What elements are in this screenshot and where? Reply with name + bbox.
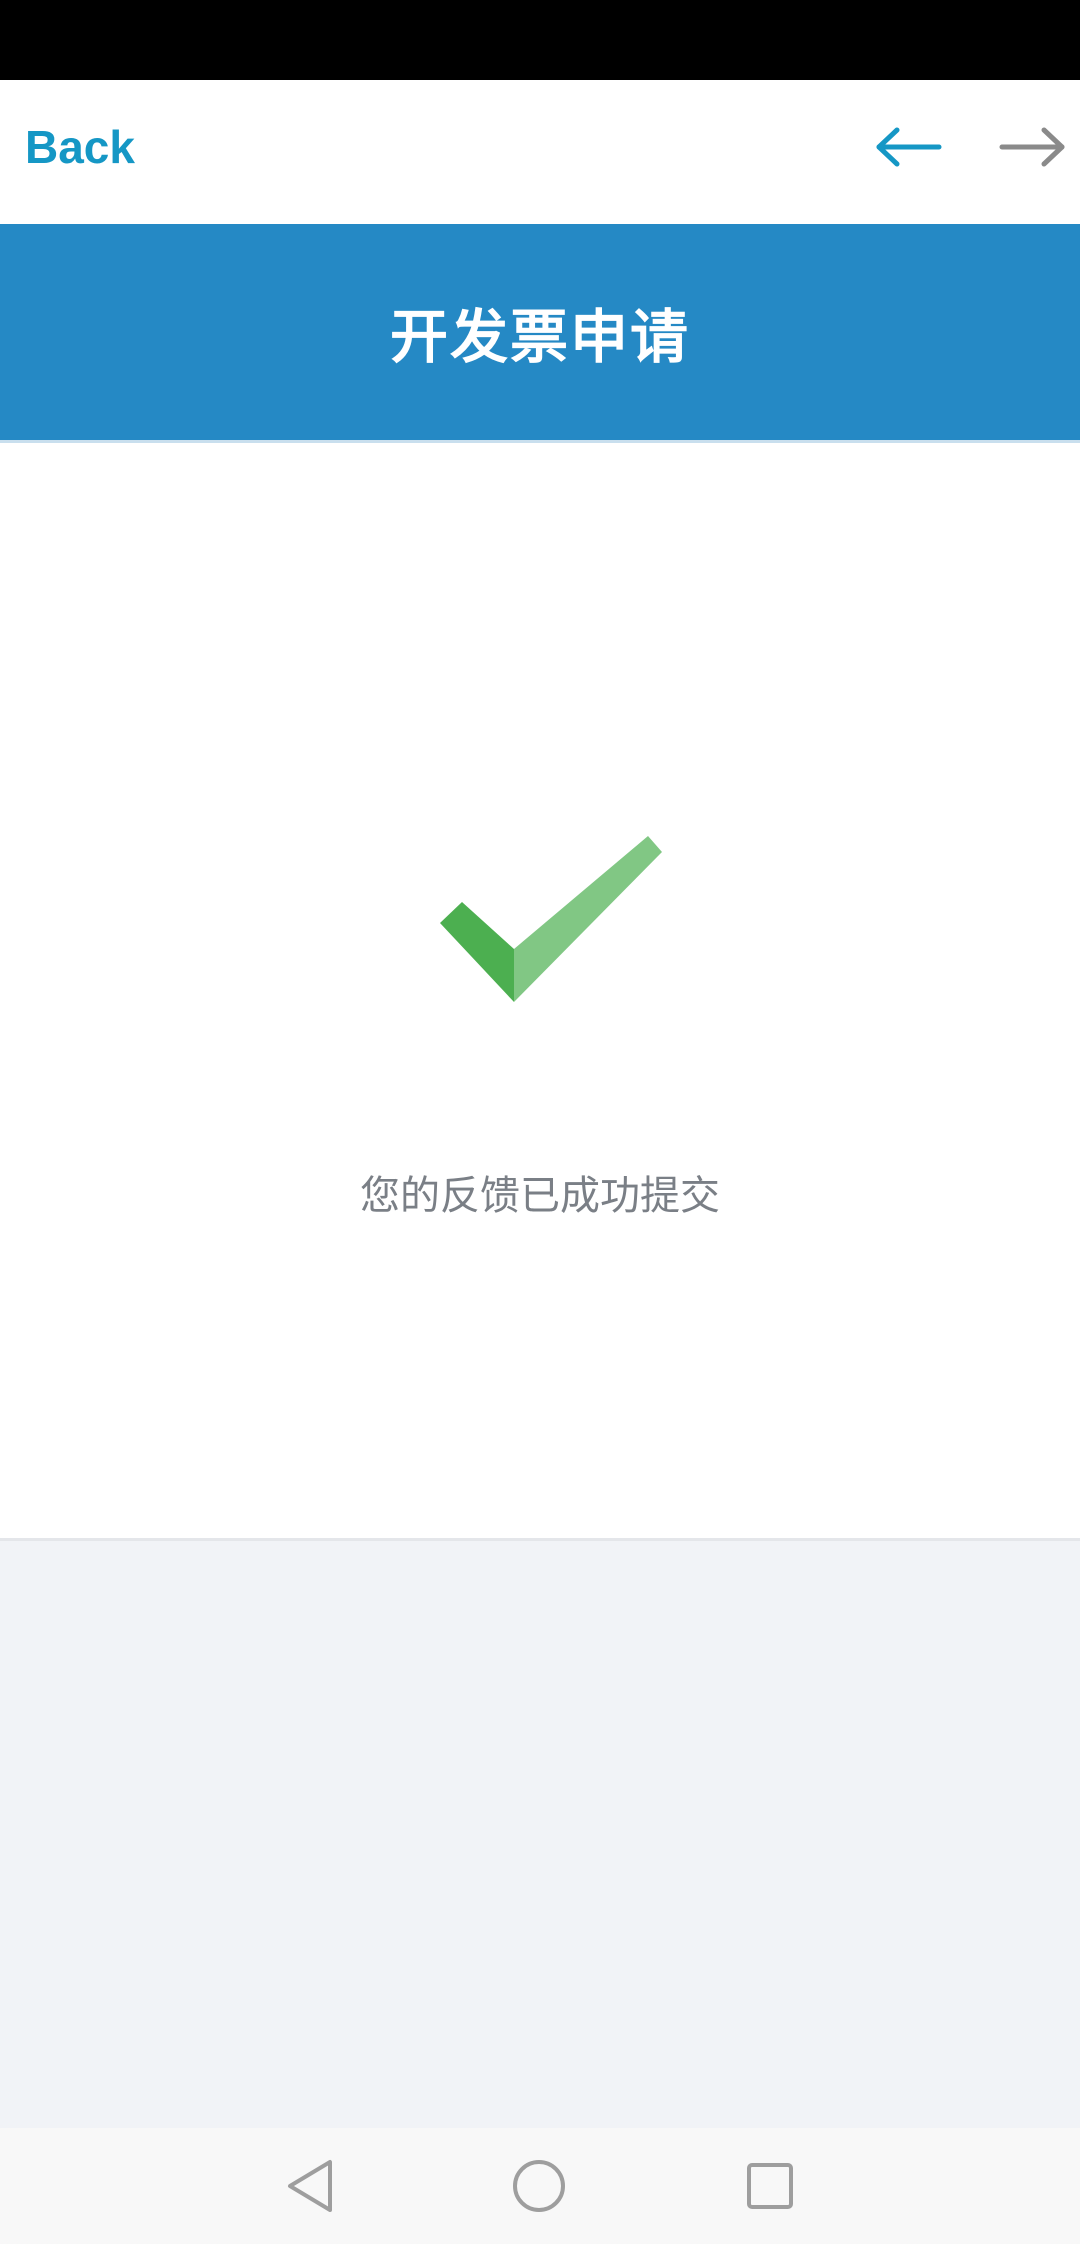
circle-home-icon[interactable] [509, 2156, 569, 2216]
back-link[interactable]: Back [25, 124, 135, 170]
checkmark-icon [440, 836, 662, 1002]
empty-background [0, 1541, 1080, 2128]
arrow-right-icon[interactable] [998, 122, 1068, 172]
browser-toolbar: Back [0, 80, 1080, 224]
success-message: 您的反馈已成功提交 [360, 1173, 720, 1219]
page-header: 开发票申请 [0, 224, 1080, 440]
system-navigation-bar [0, 2128, 1080, 2244]
square-recent-icon[interactable] [740, 2156, 800, 2216]
page-title: 开发票申请 [389, 303, 690, 371]
triangle-back-icon[interactable] [280, 2156, 340, 2216]
success-card: 您的反馈已成功提交 [0, 443, 1080, 1541]
arrow-left-icon[interactable] [873, 122, 943, 172]
status-bar [0, 0, 1080, 80]
